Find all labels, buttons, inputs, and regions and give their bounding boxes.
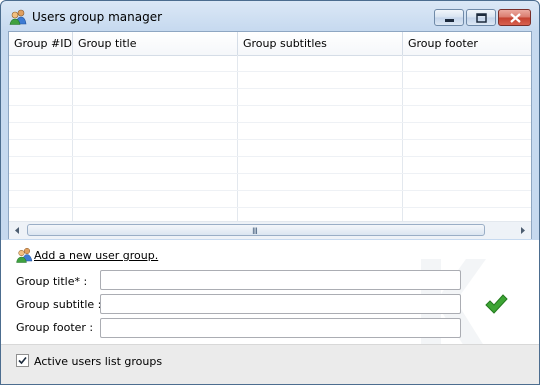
grid-column-divider — [72, 55, 73, 221]
column-header-group-subtitles[interactable]: Group subtitles — [238, 32, 403, 55]
title-bar[interactable]: Users group manager — [1, 1, 539, 31]
window-title: Users group manager — [32, 10, 163, 24]
grid-body[interactable] — [9, 55, 531, 221]
maximize-icon — [476, 13, 487, 23]
users-icon — [9, 9, 27, 25]
add-user-group-label[interactable]: Add a new user group. — [34, 249, 158, 262]
scrollbar-grip: III — [252, 227, 258, 237]
grid-row-divider — [9, 71, 531, 72]
users-group-manager-window: Users group manager Group #ID Group titl… — [0, 0, 540, 385]
column-header-group-footer[interactable]: Group footer — [403, 32, 531, 55]
close-button[interactable] — [498, 9, 531, 26]
add-users-icon — [16, 247, 33, 263]
group-footer-input[interactable] — [100, 318, 461, 338]
grid-row-divider — [9, 173, 531, 174]
checkbox-checked-icon — [18, 356, 27, 365]
grid-header: Group #ID Group title Group subtitles Gr… — [9, 32, 531, 56]
group-title-label: Group title* : — [16, 275, 88, 288]
column-header-group-title[interactable]: Group title — [73, 32, 238, 55]
group-title-input[interactable] — [100, 270, 461, 290]
scroll-left-icon[interactable] — [9, 222, 26, 239]
scroll-right-icon[interactable] — [514, 222, 531, 239]
horizontal-scrollbar[interactable]: III — [9, 221, 531, 239]
checkmark-icon[interactable] — [484, 293, 508, 315]
groups-grid[interactable]: Group #ID Group title Group subtitles Gr… — [8, 31, 532, 239]
grid-row-divider — [9, 105, 531, 106]
group-subtitle-label: Group subtitle : — [16, 298, 102, 311]
grid-row-divider — [9, 139, 531, 140]
close-icon — [510, 13, 521, 23]
minimize-icon — [445, 19, 454, 22]
grid-row-divider — [9, 207, 531, 208]
minimize-button[interactable] — [434, 9, 464, 26]
grid-row-divider — [9, 122, 531, 123]
active-groups-checkbox[interactable] — [16, 354, 29, 367]
column-header-group-id[interactable]: Group #ID — [9, 32, 73, 55]
grid-row-divider — [9, 88, 531, 89]
grid-row-divider — [9, 190, 531, 191]
grid-column-divider — [237, 55, 238, 221]
maximize-button[interactable] — [466, 9, 496, 26]
grid-column-divider — [402, 55, 403, 221]
grid-row-divider — [9, 156, 531, 157]
group-subtitle-input[interactable] — [100, 294, 461, 314]
group-footer-label: Group footer : — [16, 321, 94, 334]
active-groups-label[interactable]: Active users list groups — [34, 355, 162, 368]
scrollbar-thumb[interactable]: III — [27, 224, 485, 237]
